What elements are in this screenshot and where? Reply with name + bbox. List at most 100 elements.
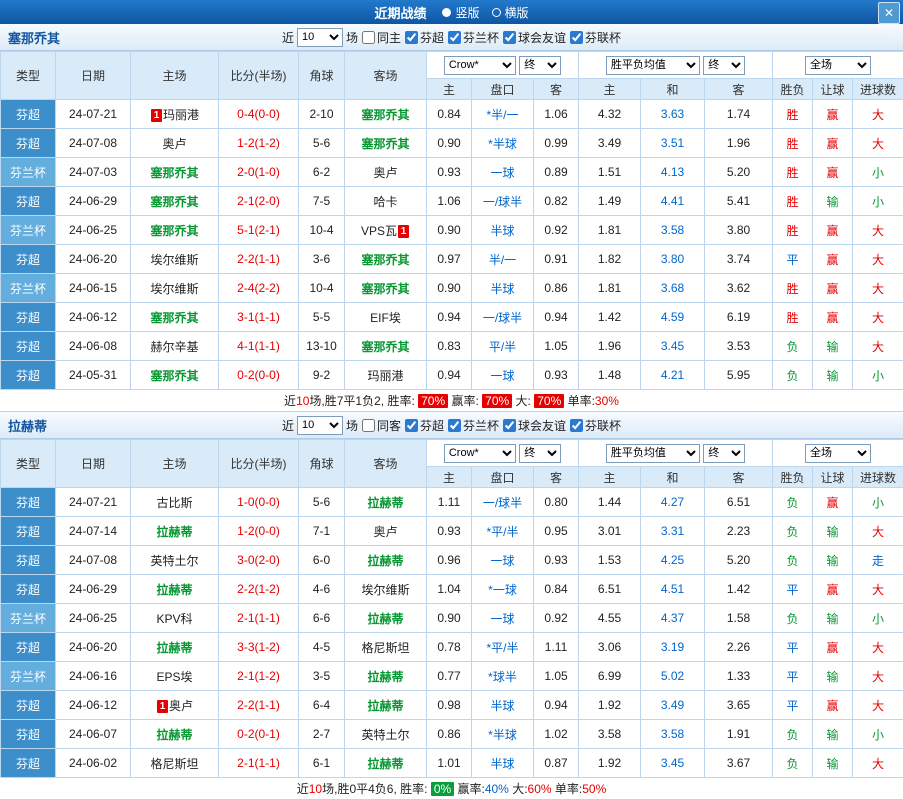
close-icon[interactable]: ✕ xyxy=(878,2,900,24)
vertical-layout-label[interactable]: 竖版 xyxy=(455,4,479,21)
same-side-label: 同客 xyxy=(377,417,401,434)
league-filter-friendly[interactable]: 球会友谊 xyxy=(502,417,566,434)
score-cell: 2-1(1-1) xyxy=(219,749,299,778)
handicap-result-cell: 赢 xyxy=(813,575,853,604)
league-friendly-checkbox[interactable] xyxy=(503,419,516,432)
scope-select[interactable]: 全场 xyxy=(805,56,871,75)
horizontal-layout-label[interactable]: 横版 xyxy=(505,4,529,21)
goals-result-cell: 大 xyxy=(853,517,903,546)
europe-odds-select[interactable]: 胜平负均值 xyxy=(606,444,700,463)
ah-home-odds-cell: 0.78 xyxy=(427,633,472,662)
home-team-cell: 塞那乔其 xyxy=(131,158,219,187)
score-cell: 0-4(0-0) xyxy=(219,100,299,129)
eu-draw-odds-cell: 3.58 xyxy=(641,216,705,245)
match-row: 芬兰杯24-06-25塞那乔其5-1(2-1)10-4VPS瓦10.90半球0.… xyxy=(1,216,903,245)
handicap-result-cell: 赢 xyxy=(813,303,853,332)
corners-cell: 7-1 xyxy=(299,517,345,546)
eu-home-odds-cell: 6.99 xyxy=(579,662,641,691)
asian-odds-controls: Crow* 终 xyxy=(427,52,579,79)
same-side-filter[interactable]: 同客 xyxy=(361,417,401,434)
date-cell: 24-06-16 xyxy=(56,662,131,691)
odds-company-select[interactable]: Crow* xyxy=(444,444,516,463)
home-team-cell: 塞那乔其 xyxy=(131,187,219,216)
league-filter-super[interactable]: 芬超 xyxy=(404,29,444,46)
league-friendly-checkbox[interactable] xyxy=(503,31,516,44)
league-cup-label: 芬兰杯 xyxy=(463,29,499,46)
scope-select[interactable]: 全场 xyxy=(805,444,871,463)
col-header-type: 类型 xyxy=(1,52,56,100)
league-leaguecup-label: 芬联杯 xyxy=(585,417,621,434)
result-cell: 胜 xyxy=(773,216,813,245)
corners-cell: 4-5 xyxy=(299,633,345,662)
team-label: 塞那乔其 xyxy=(361,108,409,122)
home-team-cell: EPS埃 xyxy=(131,662,219,691)
ah-away-odds-cell: 1.02 xyxy=(534,720,579,749)
league-cup-checkbox[interactable] xyxy=(448,31,461,44)
score-cell: 2-1(1-2) xyxy=(219,662,299,691)
league-filter-friendly[interactable]: 球会友谊 xyxy=(502,29,566,46)
eu-home-odds-cell: 3.06 xyxy=(579,633,641,662)
league-leaguecup-checkbox[interactable] xyxy=(570,31,583,44)
league-type-cell: 芬超 xyxy=(1,187,56,216)
summary-text: 单率: xyxy=(564,392,595,409)
odds-time-select[interactable]: 终 xyxy=(519,56,561,75)
filter-bar: 拉赫蒂 近 10 场 同客 芬超 芬兰杯 xyxy=(0,412,903,439)
handicap-cell: 平/半 xyxy=(472,332,534,361)
eu-home-odds-cell: 1.81 xyxy=(579,216,641,245)
league-type-cell: 芬兰杯 xyxy=(1,662,56,691)
league-leaguecup-checkbox[interactable] xyxy=(570,419,583,432)
handicap-result-cell: 赢 xyxy=(813,129,853,158)
handicap-result-cell: 赢 xyxy=(813,158,853,187)
league-type-cell: 芬兰杯 xyxy=(1,216,56,245)
ah-home-odds-cell: 0.93 xyxy=(427,517,472,546)
games-count-select[interactable]: 10 xyxy=(297,416,343,435)
eu-draw-odds-cell: 5.02 xyxy=(641,662,705,691)
away-team-cell: 格尼斯坦 xyxy=(345,633,427,662)
handicap-cell: 一/球半 xyxy=(472,303,534,332)
eu-draw-odds-cell: 4.13 xyxy=(641,158,705,187)
league-filter-cup[interactable]: 芬兰杯 xyxy=(447,417,499,434)
league-filter-league-cup[interactable]: 芬联杯 xyxy=(569,417,621,434)
handicap-cell: 一球 xyxy=(472,546,534,575)
away-team-cell: 拉赫蒂 xyxy=(345,488,427,517)
col-header-away: 客场 xyxy=(345,440,427,488)
league-super-checkbox[interactable] xyxy=(405,419,418,432)
league-filter-cup[interactable]: 芬兰杯 xyxy=(447,29,499,46)
same-side-checkbox[interactable] xyxy=(362,31,375,44)
summary-text: 30% xyxy=(595,394,619,408)
ah-home-odds-cell: 1.11 xyxy=(427,488,472,517)
date-cell: 24-05-31 xyxy=(56,361,131,390)
scope-controls: 全场 xyxy=(773,52,903,79)
league-friendly-label: 球会友谊 xyxy=(518,417,566,434)
league-super-label: 芬超 xyxy=(420,29,444,46)
score-cell: 1-2(0-0) xyxy=(219,517,299,546)
league-cup-checkbox[interactable] xyxy=(448,419,461,432)
subcol-result: 胜负 xyxy=(773,467,813,488)
corners-cell: 6-1 xyxy=(299,749,345,778)
europe-time-select[interactable]: 终 xyxy=(703,56,745,75)
games-count-select[interactable]: 10 xyxy=(297,28,343,47)
subcol-handicap: 盘口 xyxy=(472,467,534,488)
corners-cell: 9-2 xyxy=(299,361,345,390)
same-side-checkbox[interactable] xyxy=(362,419,375,432)
europe-odds-select[interactable]: 胜平负均值 xyxy=(606,56,700,75)
vertical-layout-radio[interactable] xyxy=(442,8,451,17)
odds-company-select[interactable]: Crow* xyxy=(444,56,516,75)
same-side-filter[interactable]: 同主 xyxy=(361,29,401,46)
horizontal-layout-radio[interactable] xyxy=(492,8,501,17)
odds-time-select[interactable]: 终 xyxy=(519,444,561,463)
subcol-goals: 进球数 xyxy=(853,467,903,488)
europe-time-select[interactable]: 终 xyxy=(703,444,745,463)
games-suffix-label: 场 xyxy=(346,417,358,434)
league-super-checkbox[interactable] xyxy=(405,31,418,44)
ah-home-odds-cell: 0.97 xyxy=(427,245,472,274)
handicap-cell: *平/半 xyxy=(472,633,534,662)
ah-away-odds-cell: 0.89 xyxy=(534,158,579,187)
goals-result-cell: 小 xyxy=(853,361,903,390)
league-filter-league-cup[interactable]: 芬联杯 xyxy=(569,29,621,46)
league-filter-super[interactable]: 芬超 xyxy=(404,417,444,434)
match-row: 芬超24-07-211玛丽港0-4(0-0)2-10塞那乔其0.84*半/一1.… xyxy=(1,100,903,129)
away-team-cell: 拉赫蒂 xyxy=(345,749,427,778)
team-label: 埃尔维斯 xyxy=(361,583,409,597)
date-cell: 24-06-25 xyxy=(56,216,131,245)
